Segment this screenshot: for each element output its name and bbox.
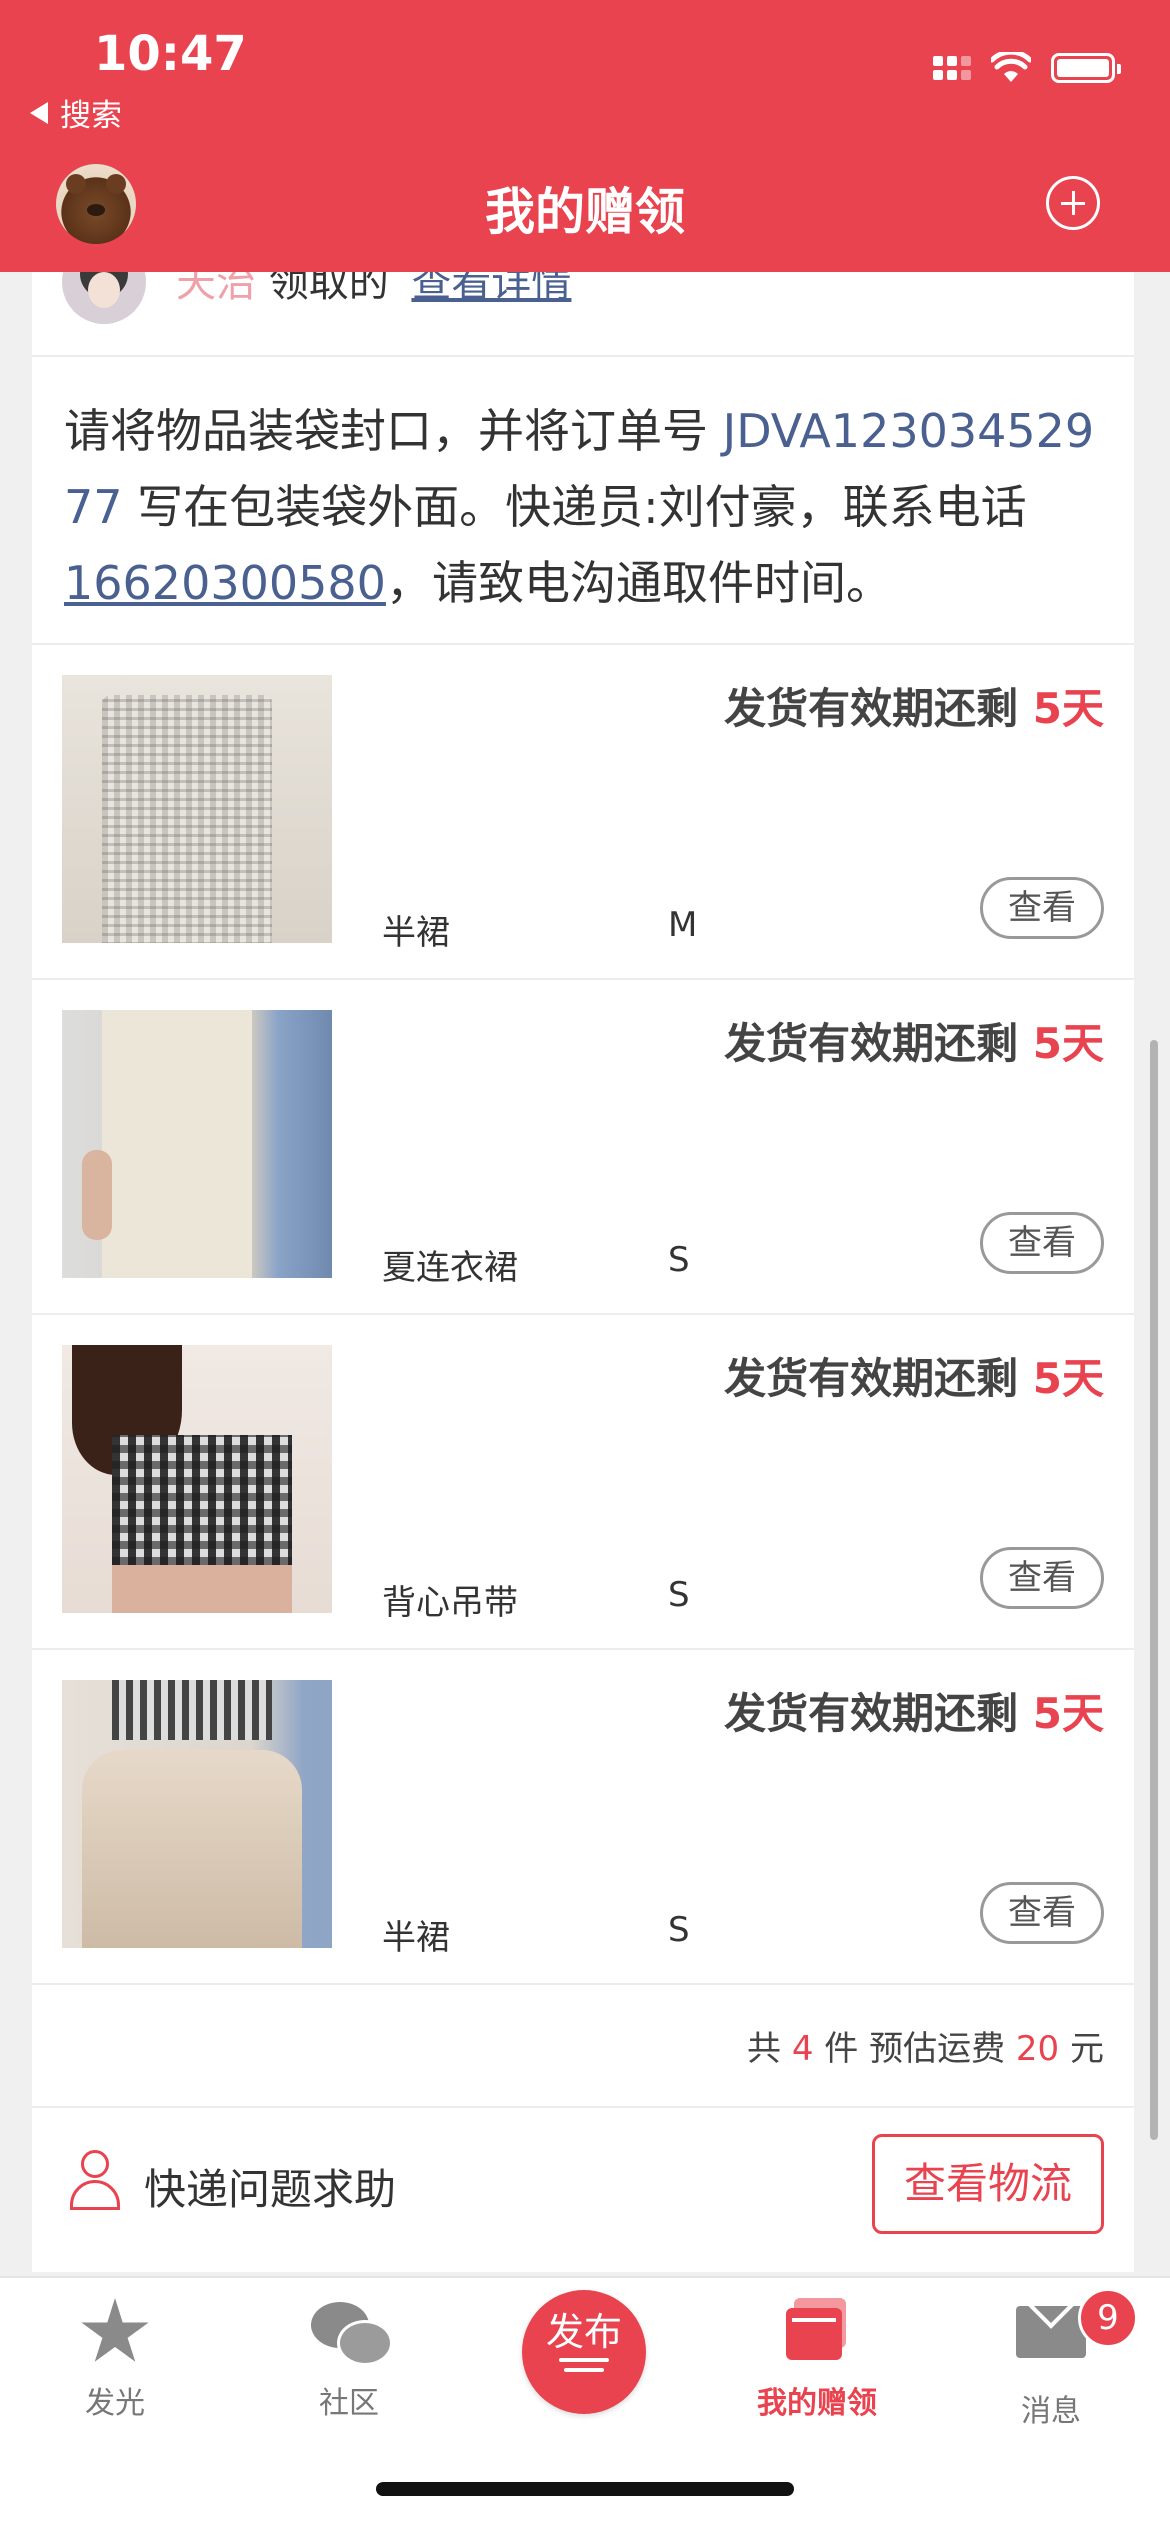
back-triangle-icon bbox=[30, 101, 48, 124]
star-icon bbox=[81, 2298, 149, 2362]
item-row: 发货有效期还剩 5天 夏连衣裙 S 查看 bbox=[32, 980, 1134, 1315]
courier-help-link[interactable]: 快递问题求助 bbox=[144, 2156, 396, 2217]
status-icons bbox=[933, 52, 1121, 84]
shipping-instructions: 请将物品装袋封口，并将订单号 JDVA12303452977 写在包装袋外面。快… bbox=[32, 357, 1134, 645]
mail-icon bbox=[1016, 2306, 1086, 2358]
item-size: M bbox=[668, 905, 698, 945]
item-photo[interactable] bbox=[62, 675, 332, 943]
view-logistics-button[interactable]: 查看物流 bbox=[872, 2134, 1104, 2234]
battery-icon bbox=[1051, 53, 1121, 83]
instr-text-1: 请将物品装袋封口，并将订单号 bbox=[64, 404, 708, 458]
summary-prefix: 共 bbox=[747, 2029, 782, 2069]
back-label: 搜索 bbox=[60, 98, 122, 134]
tab-my-claims[interactable]: 我的赠领 bbox=[742, 2298, 892, 2422]
scrollbar[interactable] bbox=[1150, 1040, 1158, 2140]
page-title: 我的赠领 bbox=[485, 183, 685, 241]
view-button[interactable]: 查看 bbox=[980, 1212, 1104, 1274]
instr-text-2: 写在包装袋外面。快递员:刘付豪，联系电话 bbox=[137, 480, 1027, 534]
item-photo[interactable] bbox=[62, 1010, 332, 1278]
ship-deadline: 发货有效期还剩 5天 bbox=[724, 1354, 1104, 1403]
order-summary: 共 4 件 预估运费 20 元 bbox=[32, 1989, 1134, 2108]
ship-deadline: 发货有效期还剩 5天 bbox=[724, 684, 1104, 733]
wifi-icon bbox=[991, 52, 1031, 82]
top-header: 10:47 搜索 我的赠领 bbox=[0, 0, 1170, 272]
item-photo[interactable] bbox=[62, 1680, 332, 1948]
gift-cards-icon bbox=[784, 2298, 850, 2360]
item-name: 半裙 bbox=[382, 1918, 450, 1958]
item-photo[interactable] bbox=[62, 1345, 332, 1613]
tab-label: 发光 bbox=[85, 2386, 145, 2421]
status-time: 10:47 bbox=[94, 26, 247, 82]
tab-label: 社区 bbox=[319, 2386, 379, 2421]
cellular-signal-icon bbox=[933, 56, 971, 80]
view-button[interactable]: 查看 bbox=[980, 1547, 1104, 1609]
item-name: 半裙 bbox=[382, 913, 450, 953]
ship-deadline: 发货有效期还剩 5天 bbox=[724, 1689, 1104, 1738]
item-count: 4 bbox=[791, 2029, 814, 2069]
shipping-fee: 20 bbox=[1015, 2029, 1060, 2069]
tab-glow[interactable]: 发光 bbox=[40, 2298, 190, 2422]
item-row: 发货有效期还剩 5天 半裙 M 查看 bbox=[32, 645, 1134, 980]
courier-phone-link[interactable]: 16620300580 bbox=[64, 556, 386, 610]
tab-community[interactable]: 社区 bbox=[274, 2298, 424, 2422]
view-button[interactable]: 查看 bbox=[980, 1882, 1104, 1944]
item-row: 发货有效期还剩 5天 背心吊带 S 查看 bbox=[32, 1315, 1134, 1650]
publish-label: 发布 bbox=[545, 2310, 622, 2354]
chat-bubbles-icon bbox=[311, 2298, 393, 2368]
publish-button[interactable]: 发布 bbox=[522, 2290, 646, 2414]
tab-label: 消息 bbox=[1021, 2394, 1081, 2429]
item-name: 夏连衣裙 bbox=[382, 1248, 518, 1288]
message-badge: 9 bbox=[1078, 2288, 1138, 2348]
item-name: 背心吊带 bbox=[382, 1583, 518, 1623]
publish-line-icon bbox=[559, 2358, 609, 2362]
tab-label: 我的赠领 bbox=[757, 2386, 877, 2421]
instr-text-3: ，请致电沟通取件时间。 bbox=[385, 556, 892, 610]
home-indicator[interactable] bbox=[376, 2482, 794, 2496]
courier-help-row: 快递问题求助 查看物流 bbox=[32, 2108, 1134, 2272]
view-button[interactable]: 查看 bbox=[980, 877, 1104, 939]
user-icon bbox=[68, 2150, 122, 2210]
item-size: S bbox=[668, 1575, 690, 1615]
back-to-search[interactable]: 搜索 bbox=[30, 90, 122, 135]
item-size: S bbox=[668, 1910, 690, 1950]
item-size: S bbox=[668, 1240, 690, 1280]
add-circle-icon[interactable] bbox=[1046, 176, 1100, 230]
summary-unit: 件 预估运费 bbox=[824, 2029, 1006, 2069]
item-row: 发货有效期还剩 5天 半裙 S 查看 bbox=[32, 1650, 1134, 1985]
currency: 元 bbox=[1070, 2029, 1104, 2069]
ship-deadline: 发货有效期还剩 5天 bbox=[724, 1019, 1104, 1068]
